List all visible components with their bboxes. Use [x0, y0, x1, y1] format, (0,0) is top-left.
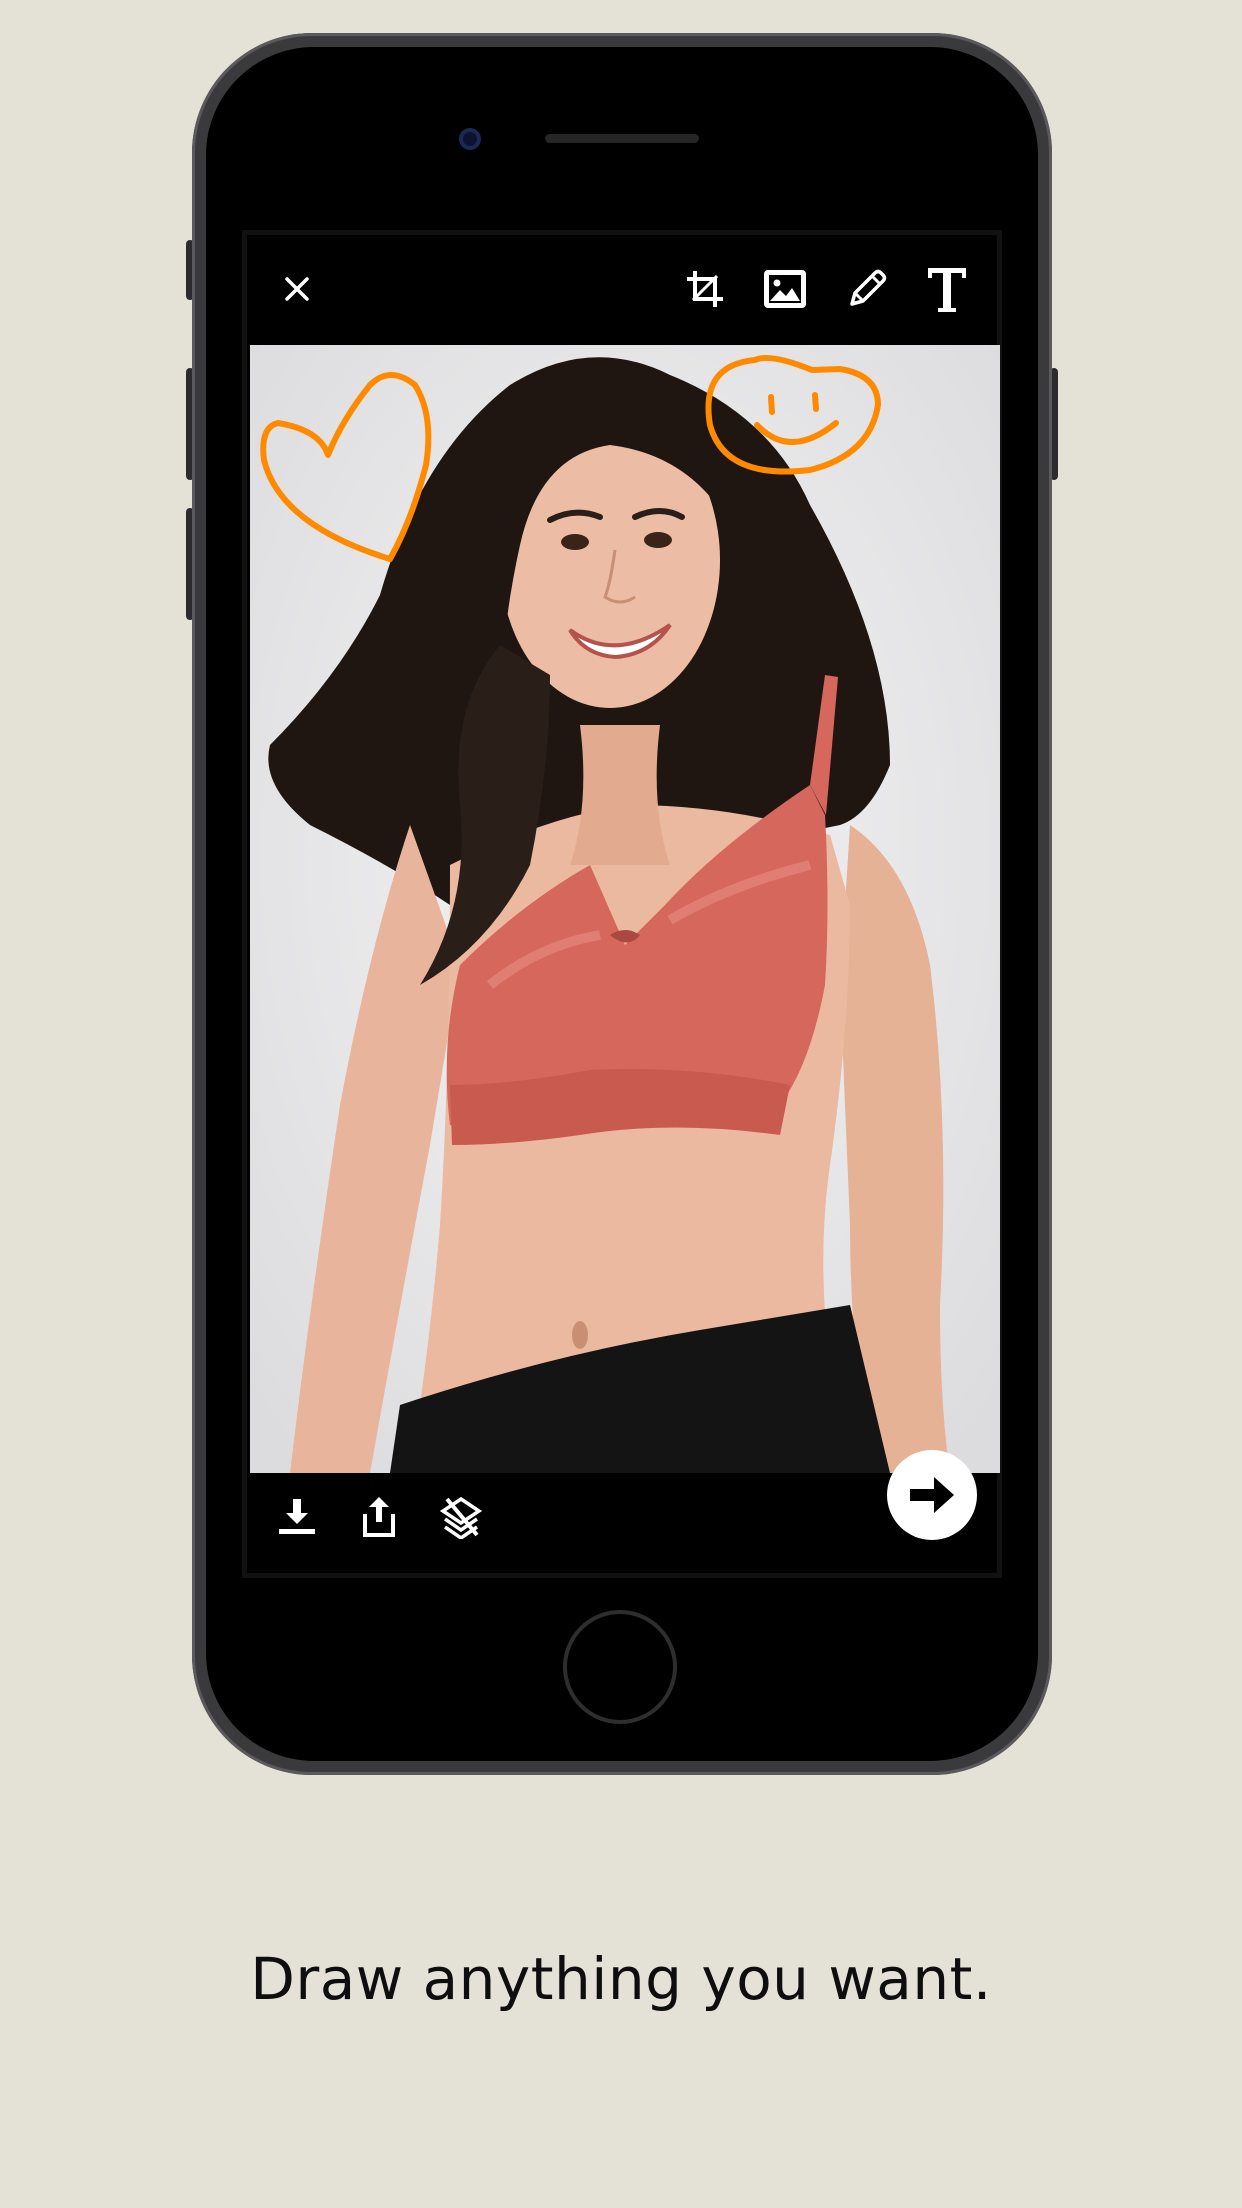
download-icon[interactable]: [273, 1493, 321, 1541]
photo-canvas[interactable]: [250, 345, 1000, 1473]
next-button[interactable]: [887, 1450, 977, 1540]
photo-illustration: [250, 345, 1000, 1473]
crop-icon[interactable]: [681, 265, 729, 313]
image-icon[interactable]: [761, 265, 809, 313]
bottom-toolbar: [247, 1450, 997, 1578]
close-icon[interactable]: [273, 265, 321, 313]
top-toolbar: [247, 235, 997, 345]
layers-off-icon[interactable]: [437, 1493, 485, 1541]
caption-text: Draw anything you want.: [250, 1945, 992, 2013]
home-button: [563, 1610, 677, 1724]
editor-screen: [242, 230, 1002, 1578]
pencil-icon[interactable]: [843, 265, 891, 313]
front-camera: [459, 128, 481, 150]
earpiece-speaker: [545, 134, 699, 143]
arrow-right-icon: [910, 1477, 954, 1513]
text-icon[interactable]: [923, 265, 971, 313]
share-icon[interactable]: [355, 1493, 403, 1541]
